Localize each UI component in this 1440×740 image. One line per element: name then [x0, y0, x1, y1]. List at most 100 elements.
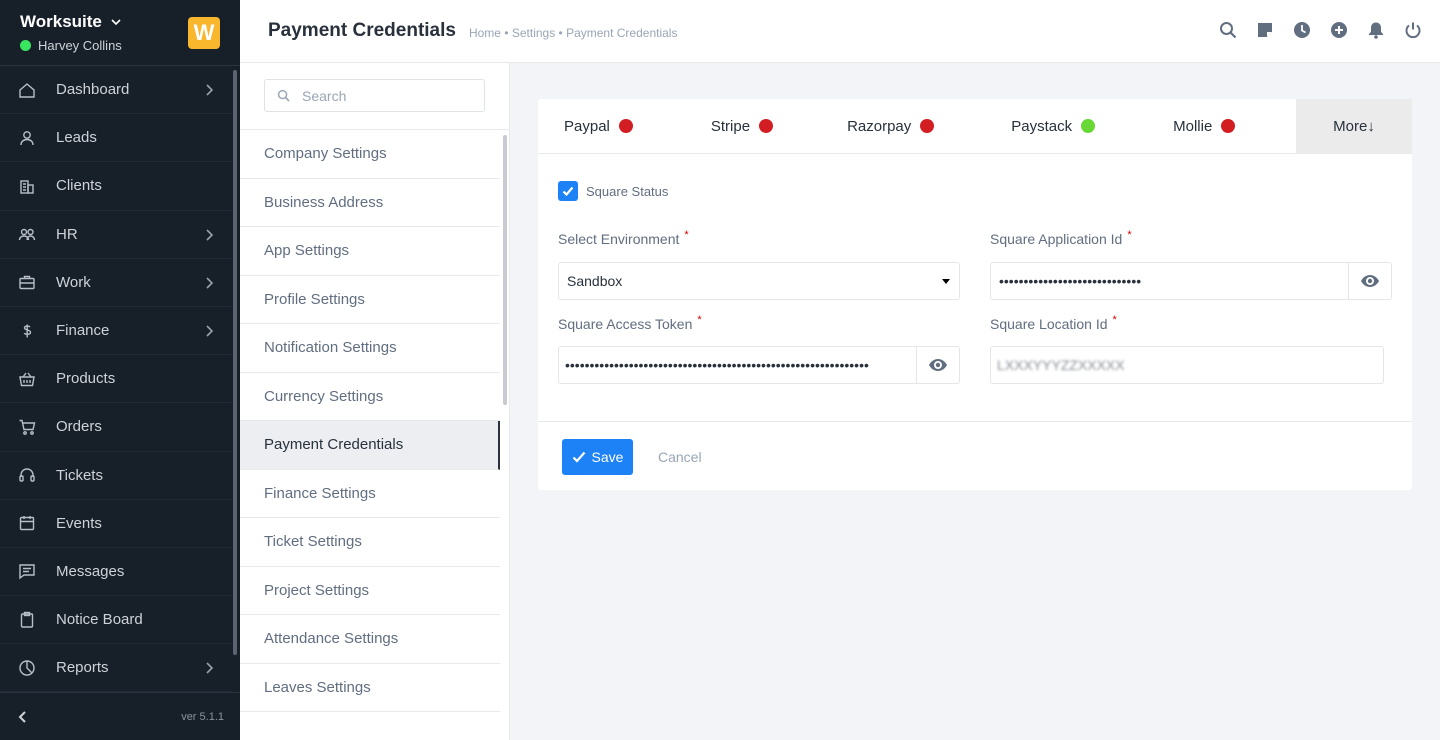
basket-icon: [19, 372, 35, 386]
settings-menu-item-attendance-settings[interactable]: Attendance Settings: [240, 615, 500, 664]
settings-menu-item-currency-settings[interactable]: Currency Settings: [240, 373, 500, 421]
settings-menu-item-notification-settings[interactable]: Notification Settings: [240, 324, 500, 373]
show-access-token-button[interactable]: [916, 347, 959, 383]
tab-paypal[interactable]: Paypal: [564, 99, 633, 153]
sidebar-item-label: Reports: [56, 659, 109, 677]
status-dot-icon: [1081, 119, 1096, 133]
sidebar-item-label: Events: [56, 514, 102, 532]
chevron-right-icon: [206, 228, 214, 241]
settings-search-input[interactable]: Search: [264, 79, 485, 112]
environment-select[interactable]: Sandbox: [558, 262, 960, 300]
power-icon[interactable]: [1404, 21, 1422, 39]
sidebar-item-label: Work: [56, 273, 91, 291]
top-actions: [1219, 21, 1422, 39]
chevron-right-icon: [206, 325, 214, 337]
access-token-label: Square Access Token *: [558, 314, 702, 332]
status-dot-icon: [920, 119, 935, 133]
square-status-toggle[interactable]: Square Status: [558, 181, 668, 201]
sidebar-item-notice-board[interactable]: Notice Board: [0, 596, 232, 645]
online-status-icon: [20, 40, 31, 51]
collapse-sidebar-icon[interactable]: [16, 710, 28, 724]
sidebar-item-label: HR: [56, 225, 78, 243]
settings-menu-item-business-address[interactable]: Business Address: [240, 179, 500, 227]
home-icon: [19, 82, 35, 98]
chevron-right-icon: [206, 277, 214, 289]
settings-menu: Search Company Settings Business Address A…: [240, 63, 510, 740]
settings-menu-item-app-settings[interactable]: App Settings: [240, 227, 500, 276]
caret-down-icon: [942, 278, 950, 284]
company-logo[interactable]: W: [188, 17, 220, 49]
pie-chart-icon: [19, 660, 35, 676]
add-circle-icon[interactable]: [1330, 21, 1348, 39]
form-actions: Save Cancel: [538, 421, 1412, 490]
sidebar-item-leads[interactable]: Leads: [0, 114, 232, 163]
sidebar-item-label: Notice Board: [56, 611, 143, 629]
sidebar-item-products[interactable]: Products: [0, 355, 232, 404]
settings-menu-item-profile-settings[interactable]: Profile Settings: [240, 276, 500, 324]
message-icon: [19, 564, 35, 580]
sidebar-item-messages[interactable]: Messages: [0, 548, 232, 597]
status-dot-icon: [759, 119, 774, 133]
settings-menu-item-company-settings[interactable]: Company Settings: [240, 130, 500, 179]
sidebar-item-finance[interactable]: Finance: [0, 307, 232, 356]
chevron-right-icon: [206, 84, 214, 96]
user-name: Harvey Collins: [38, 38, 122, 53]
sidebar-item-reports[interactable]: Reports: [0, 644, 232, 693]
sidebar-scrollbar[interactable]: [233, 70, 237, 655]
settings-search-wrapper: Search: [240, 63, 509, 130]
search-icon[interactable]: [1219, 21, 1237, 39]
tab-label: Razorpay: [847, 117, 912, 135]
tab-mollie[interactable]: Mollie: [1173, 99, 1236, 153]
tab-label: Paypal: [564, 117, 610, 135]
sidebar-item-tickets[interactable]: Tickets: [0, 452, 232, 500]
settings-menu-item-ticket-settings[interactable]: Ticket Settings: [240, 518, 500, 567]
sidebar-item-label: Clients: [56, 177, 102, 195]
sidebar-item-dashboard[interactable]: Dashboard: [0, 66, 232, 115]
clipboard-icon: [20, 611, 34, 628]
payment-credentials-card: Paypal Stripe Razorpay Paystack Mollie More↓ …: [538, 99, 1412, 490]
settings-menu-item-finance-settings[interactable]: Finance Settings: [240, 470, 500, 518]
sidebar-item-orders[interactable]: Orders: [0, 403, 232, 452]
access-token-value: ••••••••••••••••••••••••••••••••••••••••…: [565, 357, 869, 373]
tab-razorpay[interactable]: Razorpay: [847, 99, 935, 153]
status-dot-icon: [1221, 119, 1236, 133]
sidebar-item-label: Leads: [56, 129, 97, 147]
sidebar-header: Worksuite Harvey Collins W: [0, 0, 240, 66]
settings-menu-item-leaves-settings[interactable]: Leaves Settings: [240, 664, 500, 712]
page-title: Payment Credentials: [268, 20, 456, 41]
gateway-tabs: Paypal Stripe Razorpay Paystack Mollie More↓: [538, 99, 1412, 154]
sidebar-nav: Dashboard Leads Clients HR Work Finance Produc…: [0, 66, 232, 693]
tab-paystack[interactable]: Paystack: [1011, 99, 1096, 153]
bell-icon[interactable]: [1367, 21, 1385, 39]
cart-icon: [19, 419, 36, 435]
top-bar: Payment Credentials Home • Settings • Pa…: [240, 0, 1440, 63]
sidebar-item-hr[interactable]: HR: [0, 211, 232, 259]
sidebar-item-work[interactable]: Work: [0, 259, 232, 307]
status-dot-icon: [618, 119, 633, 133]
location-id-label: Square Location Id *: [990, 314, 1117, 332]
settings-menu-item-project-settings[interactable]: Project Settings: [240, 567, 500, 615]
chevron-right-icon: [206, 662, 214, 674]
settings-menu-item-payment-credentials[interactable]: Payment Credentials: [240, 421, 500, 470]
sticky-note-icon[interactable]: [1256, 21, 1274, 39]
app-id-field[interactable]: •••••••••••••••••••••••••••••: [990, 262, 1392, 300]
tab-more[interactable]: More↓: [1296, 99, 1412, 153]
sidebar-item-events[interactable]: Events: [0, 500, 232, 548]
square-status-checkbox[interactable]: [558, 181, 578, 201]
show-app-id-button[interactable]: [1348, 263, 1391, 299]
tab-stripe[interactable]: Stripe: [710, 99, 774, 153]
sidebar-item-label: Tickets: [56, 466, 103, 484]
save-button[interactable]: Save: [562, 439, 633, 475]
app-version: ver 5.1.1: [181, 710, 224, 723]
app-id-value: •••••••••••••••••••••••••••••: [999, 273, 1142, 289]
sidebar-item-label: Dashboard: [56, 81, 130, 99]
tab-label: Stripe: [710, 117, 751, 135]
settings-menu-list: Company Settings Business Address App Sett…: [240, 130, 509, 712]
cancel-button[interactable]: Cancel: [658, 449, 702, 465]
settings-menu-scrollbar[interactable]: [503, 135, 507, 405]
access-token-field[interactable]: ••••••••••••••••••••••••••••••••••••••••…: [558, 346, 960, 384]
sidebar-item-clients[interactable]: Clients: [0, 162, 232, 211]
eye-icon: [929, 359, 947, 371]
location-id-field[interactable]: LXXXYYYZZXXXXX: [990, 346, 1384, 384]
clock-icon[interactable]: [1293, 21, 1311, 39]
